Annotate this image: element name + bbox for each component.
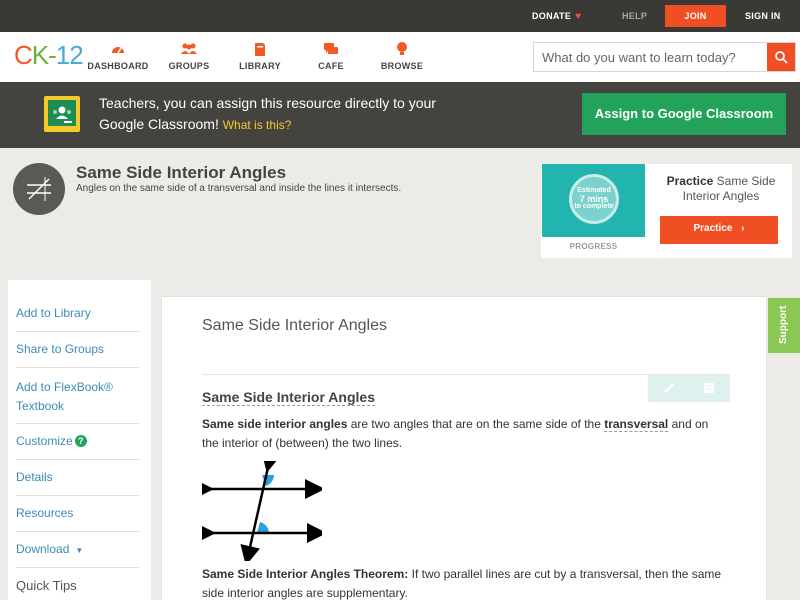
logo-num: 12 — [55, 40, 84, 70]
groups-icon — [181, 43, 197, 54]
search-icon — [775, 51, 788, 64]
estimate-badge: Estimated 7 mins to complete — [569, 174, 619, 224]
estimate-time: 7 mins — [579, 194, 609, 204]
google-classroom-banner: Teachers, you can assign this resource d… — [0, 82, 800, 148]
main-nav: CK-12 DASHBOARD GROUPS LIBRARY CAFE BROW… — [0, 32, 800, 82]
lesson-title: Same Side Interior Angles — [202, 317, 387, 334]
ck12-logo[interactable]: CK-12 — [14, 40, 84, 71]
search-input[interactable] — [534, 43, 768, 71]
main-content: Same Side Interior Angles Same Side Inte… — [151, 280, 792, 600]
google-classroom-icon — [44, 96, 80, 132]
help-icon[interactable]: ? — [74, 435, 87, 447]
sidebar-details[interactable]: Details — [16, 460, 139, 496]
angle-bottom — [257, 522, 269, 533]
nav-groups[interactable]: GROUPS — [154, 40, 224, 71]
geometry-icon — [27, 177, 51, 201]
practice-button-label: Practice — [693, 223, 733, 234]
logo-dash: - — [48, 40, 57, 70]
practice-title-bold: Practice — [666, 174, 714, 188]
pencil-icon[interactable] — [662, 381, 676, 395]
join-button[interactable]: JOIN — [665, 5, 726, 27]
concept-header: Same Side Interior Angles Angles on the … — [0, 148, 800, 268]
transversal-term-link[interactable]: transversal — [604, 417, 669, 432]
lesson-content: Same Side Interior Angles Same Side Inte… — [161, 296, 767, 600]
edit-tools — [648, 375, 730, 402]
nav-library-label: LIBRARY — [239, 61, 281, 71]
concept-description: Angles on the same side of a transversal… — [76, 183, 402, 194]
nav-cafe[interactable]: CAFE — [296, 40, 366, 71]
nav-library[interactable]: LIBRARY — [225, 40, 295, 71]
left-sidebar: Add to Library Share to Groups Add to Fl… — [8, 280, 151, 600]
nav-cafe-label: CAFE — [318, 61, 344, 71]
concept-title: Same Side Interior Angles — [76, 163, 287, 182]
search-box — [533, 42, 796, 72]
practice-image: Estimated 7 mins to complete — [542, 164, 645, 237]
donate-label: DONATE — [532, 11, 572, 21]
help-link[interactable]: HELP — [622, 0, 647, 32]
definition-paragraph: Same side interior angles are two angles… — [202, 415, 727, 453]
heart-icon: ♥ — [575, 11, 582, 22]
definition-term: Same side interior angles — [202, 417, 348, 431]
practice-button[interactable]: Practice › — [660, 216, 778, 244]
notes-icon[interactable] — [702, 381, 716, 395]
support-label: Support — [778, 305, 789, 344]
banner-text: Teachers, you can assign this resource d… — [99, 93, 439, 136]
definition-text: are two angles that are on the same side… — [347, 417, 605, 431]
nav-dashboard[interactable]: DASHBOARD — [83, 40, 153, 71]
signin-link[interactable]: SIGN IN — [745, 0, 781, 32]
sidebar-download[interactable]: Download ▼ — [16, 532, 139, 568]
progress-label: PROGRESS — [569, 242, 618, 251]
dashboard-icon — [112, 47, 124, 54]
customize-label: Customize — [16, 434, 73, 448]
caret-down-icon: ▼ — [75, 546, 84, 555]
sidebar-add-to-library[interactable]: Add to Library — [16, 296, 139, 332]
sidebar-customize[interactable]: Customize? — [16, 424, 139, 460]
search-button[interactable] — [767, 43, 795, 71]
assign-to-google-classroom-button[interactable]: Assign to Google Classroom — [582, 93, 786, 135]
nav-browse-label: BROWSE — [380, 61, 424, 71]
theorem-paragraph: Same Side Interior Angles Theorem: If tw… — [202, 565, 727, 600]
logo-c: C — [14, 40, 33, 70]
transversal-line — [240, 461, 281, 561]
sidebar-resources[interactable]: Resources — [16, 496, 139, 532]
top-bar: DONATE ♥ HELP JOIN SIGN IN — [0, 0, 800, 32]
quick-tips-heading[interactable]: Quick Tips — [16, 578, 77, 593]
sidebar-share-to-groups[interactable]: Share to Groups — [16, 332, 139, 368]
nav-browse[interactable]: BROWSE — [367, 40, 437, 71]
cafe-icon — [324, 43, 338, 54]
same-side-interior-angles-diagram — [202, 461, 322, 561]
what-is-this-link[interactable]: What is this? — [223, 118, 292, 132]
practice-title: Practice Same Side Interior Angles — [656, 174, 786, 204]
nav-groups-label: GROUPS — [168, 61, 210, 71]
download-label: Download — [16, 542, 70, 556]
donate-link[interactable]: DONATE ♥ — [532, 0, 581, 32]
sidebar-add-to-flexbook[interactable]: Add to FlexBook® Textbook — [16, 368, 139, 424]
chevron-right-icon: › — [741, 223, 745, 234]
estimate-suffix: to complete — [574, 203, 614, 210]
section-heading: Same Side Interior Angles — [202, 389, 375, 406]
logo-k: K — [31, 40, 49, 70]
nav-dashboard-label: DASHBOARD — [87, 61, 149, 71]
library-icon — [255, 43, 265, 56]
browse-icon — [397, 42, 407, 55]
practice-card: Estimated 7 mins to complete PROGRESS Pr… — [541, 164, 792, 258]
support-tab[interactable]: Support — [768, 298, 800, 353]
theorem-title: Same Side Interior Angles Theorem: — [202, 567, 409, 581]
concept-icon — [13, 163, 65, 215]
